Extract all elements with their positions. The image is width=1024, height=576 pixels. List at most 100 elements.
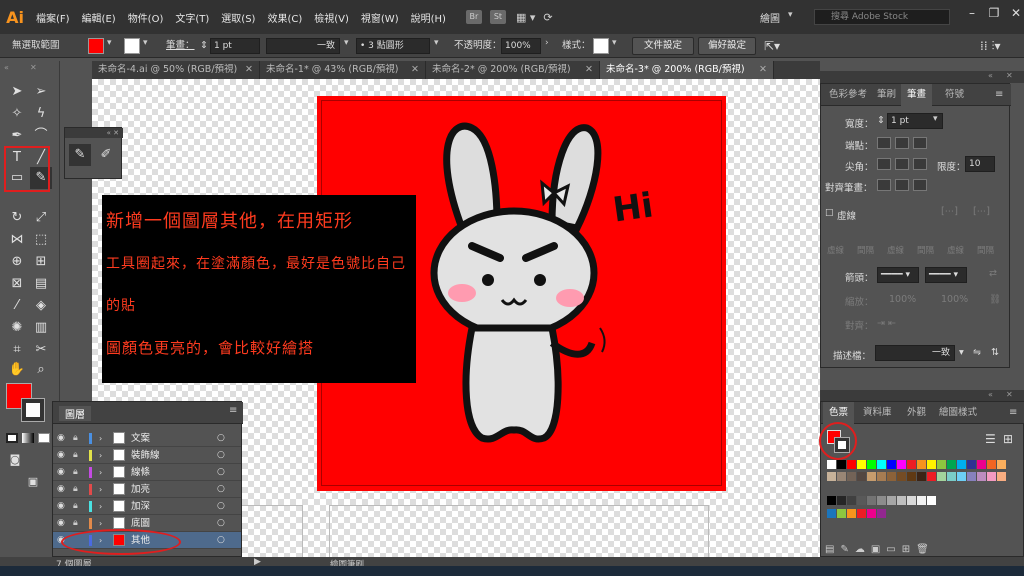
close-tab-icon[interactable]: ✕ bbox=[585, 61, 593, 79]
symbol-sprayer-icon[interactable]: ✺ bbox=[6, 317, 28, 339]
align-center-icon[interactable] bbox=[877, 179, 891, 191]
layer-name[interactable]: 加亮 bbox=[131, 481, 150, 498]
perspective-grid-icon[interactable]: ⊞ bbox=[30, 251, 52, 273]
lock-icon[interactable]: 🔒︎ bbox=[73, 447, 78, 464]
hi-text[interactable]: Hi bbox=[610, 185, 655, 230]
layer-name[interactable]: 裝飾線 bbox=[131, 447, 160, 464]
shape-builder-icon[interactable]: ⊕ bbox=[6, 251, 28, 273]
lock-icon[interactable]: 🔒︎ bbox=[73, 464, 78, 481]
color-swatch[interactable] bbox=[897, 460, 906, 469]
color-swatch[interactable] bbox=[877, 472, 886, 481]
arrow-align-icon[interactable]: ⇥ ⇤ bbox=[877, 318, 896, 329]
trash-icon[interactable]: 🗑︎ bbox=[916, 544, 935, 555]
menu-effect[interactable]: 效果(C) bbox=[261, 10, 308, 25]
color-swatch[interactable] bbox=[857, 472, 866, 481]
collapse-icon[interactable]: « bbox=[988, 71, 993, 80]
width-tool-icon[interactable]: ⋈ bbox=[6, 229, 28, 251]
color-swatch[interactable] bbox=[967, 472, 976, 481]
layer-row-text[interactable]: ◉ 🔒︎ › 文案 ○ bbox=[53, 430, 241, 447]
dashed-line-label[interactable]: 虛線 bbox=[837, 208, 856, 222]
color-swatch[interactable] bbox=[957, 460, 966, 469]
color-swatch[interactable] bbox=[867, 509, 876, 518]
tab-graphic-styles[interactable]: 繪圖樣式 bbox=[933, 402, 983, 424]
blob-brush-icon[interactable]: ✐ bbox=[95, 144, 117, 166]
bevel-join-icon[interactable] bbox=[913, 158, 927, 170]
tab-brushes[interactable]: 筆刷 bbox=[871, 84, 902, 106]
arrange-icon[interactable]: ⇱▾ bbox=[764, 38, 780, 54]
color-swatch[interactable] bbox=[837, 472, 846, 481]
color-swatch[interactable] bbox=[977, 460, 986, 469]
eyedropper-icon[interactable]: ⁄ bbox=[6, 295, 28, 317]
color-swatch[interactable] bbox=[827, 509, 836, 518]
restore-icon[interactable]: ❐ bbox=[982, 6, 1006, 20]
tab-color-guide[interactable]: 色彩參考 bbox=[823, 84, 873, 106]
close-panel-icon[interactable]: ✕ bbox=[1006, 390, 1013, 399]
color-swatch[interactable] bbox=[927, 460, 936, 469]
layer-row-decoration[interactable]: ◉ 🔒︎ › 裝飾線 ○ bbox=[53, 447, 241, 464]
color-swatch[interactable] bbox=[827, 460, 836, 469]
document-setup-button[interactable]: 文件設定 bbox=[632, 37, 694, 55]
color-swatch[interactable] bbox=[997, 472, 1006, 481]
close-tab-icon[interactable]: ✕ bbox=[411, 61, 419, 79]
round-join-icon[interactable] bbox=[895, 158, 909, 170]
color-swatch[interactable] bbox=[917, 472, 926, 481]
tab-untitled-4[interactable]: 未命名-4.ai @ 50% (RGB/預視) ✕ bbox=[92, 61, 260, 79]
scale-tool-icon[interactable]: ⤢ bbox=[30, 207, 52, 229]
chevron-down-icon[interactable]: ▾ bbox=[933, 114, 938, 124]
graphic-style-swatch[interactable] bbox=[593, 38, 609, 54]
lock-icon[interactable]: 🔒︎ bbox=[73, 430, 78, 447]
new-swatch-icon[interactable]: ⊞ bbox=[902, 544, 916, 555]
layer-name[interactable]: 文案 bbox=[131, 430, 150, 447]
tab-appearance[interactable]: 外觀 bbox=[901, 402, 932, 424]
minimize-icon[interactable]: – bbox=[960, 6, 984, 20]
align-inside-icon[interactable] bbox=[895, 179, 909, 191]
stroke-label[interactable]: 筆畫： bbox=[166, 38, 195, 54]
target-icon[interactable]: ○ bbox=[217, 447, 225, 464]
direct-selection-tool-icon[interactable]: ➢ bbox=[30, 81, 52, 103]
color-swatch[interactable] bbox=[917, 460, 926, 469]
menu-view[interactable]: 檢視(V) bbox=[308, 10, 355, 25]
rotate-tool-icon[interactable]: ↻ bbox=[6, 207, 28, 229]
gradient-mode-icon[interactable] bbox=[22, 433, 34, 443]
color-swatch[interactable] bbox=[847, 509, 856, 518]
eye-icon[interactable]: ◉ bbox=[57, 515, 65, 532]
stroke-color-swatch[interactable] bbox=[124, 38, 140, 54]
color-swatch[interactable] bbox=[967, 460, 976, 469]
color-swatch[interactable] bbox=[857, 509, 866, 518]
target-icon[interactable]: ○ bbox=[217, 481, 225, 498]
none-mode-icon[interactable] bbox=[38, 433, 50, 443]
lasso-icon[interactable]: ϟ bbox=[30, 103, 52, 125]
tab-untitled-3[interactable]: 未命名-3* @ 200% (RGB/預視) ✕ bbox=[600, 61, 774, 79]
color-swatch[interactable] bbox=[927, 496, 936, 505]
swap-arrows-icon[interactable]: ⇄ bbox=[989, 268, 997, 279]
chevron-down-icon[interactable]: ▾ bbox=[959, 347, 964, 358]
checkbox-icon[interactable]: ☐ bbox=[825, 208, 834, 219]
draw-mode-icon[interactable]: ◙ bbox=[4, 449, 26, 471]
workspace-switcher[interactable]: 繪圖 bbox=[760, 10, 780, 25]
round-cap-icon[interactable] bbox=[895, 137, 909, 149]
menu-file[interactable]: 檔案(F) bbox=[30, 10, 76, 25]
expand-arrow-icon[interactable]: › bbox=[99, 464, 102, 481]
flip-vertical-icon[interactable]: ⇅ bbox=[991, 347, 999, 358]
color-swatch[interactable] bbox=[887, 460, 896, 469]
menu-select[interactable]: 選取(S) bbox=[215, 10, 261, 25]
panel-menu-icon[interactable]: ≡ bbox=[229, 405, 237, 416]
target-icon[interactable]: ○ bbox=[217, 464, 225, 481]
close-tab-icon[interactable]: ✕ bbox=[245, 61, 253, 79]
color-swatch[interactable] bbox=[867, 460, 876, 469]
lock-icon[interactable]: 🔒︎ bbox=[73, 481, 78, 498]
stroke-color-box[interactable] bbox=[21, 398, 45, 422]
color-swatch[interactable] bbox=[847, 460, 856, 469]
dash-preset-icon[interactable]: [⋯] bbox=[973, 206, 990, 217]
stock-search-input[interactable]: 搜尋 Adobe Stock bbox=[814, 9, 950, 25]
layer-name[interactable]: 加深 bbox=[131, 498, 150, 515]
new-group-icon[interactable]: ▣ bbox=[871, 544, 886, 555]
curvature-tool-icon[interactable]: ⌒ bbox=[30, 125, 52, 147]
chevron-right-icon[interactable]: › bbox=[545, 38, 549, 48]
link-icon[interactable]: ⛓ bbox=[989, 294, 1001, 305]
color-swatch[interactable] bbox=[887, 472, 896, 481]
color-mode-icon[interactable] bbox=[6, 433, 18, 443]
close-icon[interactable]: ✕ bbox=[1004, 6, 1024, 20]
menu-type[interactable]: 文字(T) bbox=[169, 10, 215, 25]
bridge-button[interactable]: Br bbox=[465, 10, 482, 24]
